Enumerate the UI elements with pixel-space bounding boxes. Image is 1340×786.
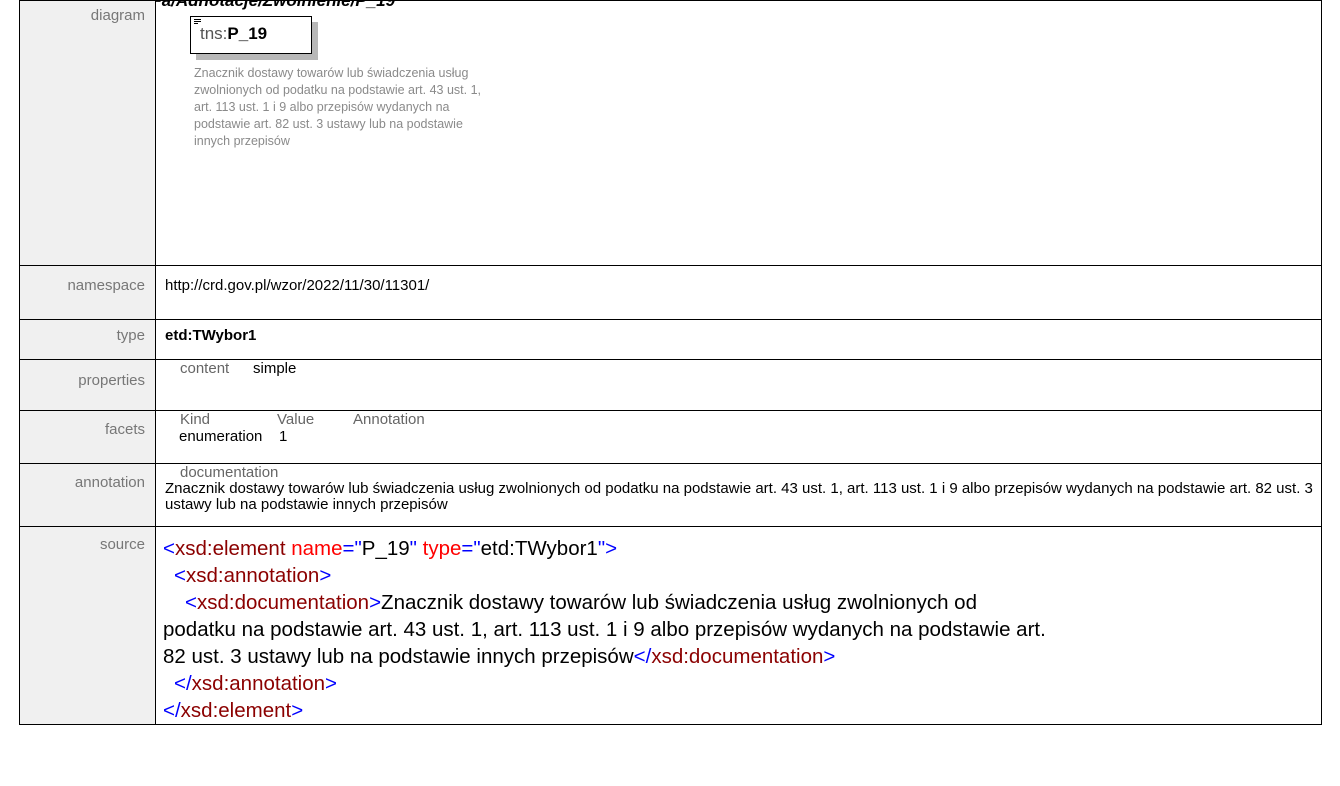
diagram-node-doc: Znacznik dostawy towarów lub świadczenia… (194, 66, 481, 148)
src-punct: < (174, 564, 186, 587)
label-diagram: diagram (19, 0, 156, 266)
properties-line: content simple (165, 360, 1321, 377)
facets-header-value: Value (277, 411, 315, 428)
src-attr: name (291, 537, 343, 560)
src-punct: > (325, 672, 338, 695)
type-value[interactable]: etd:TWybor1 (155, 319, 1322, 360)
diagram-node-name: P_19 (227, 24, 268, 43)
source-line-1: <xsd:element name="P_19" type="etd:TWybo… (163, 535, 1313, 562)
src-tag: xsd:element (180, 699, 292, 722)
row-properties: properties content simple (19, 359, 1322, 411)
src-attr: type (422, 537, 462, 560)
annotation-text: Znacznik dostawy towarów lub świadczenia… (165, 480, 1313, 513)
src-punct: > (369, 591, 382, 614)
source-line-7: </xsd:element> (163, 697, 1313, 724)
facets-header: Kind Value Annotation (165, 411, 1321, 428)
diagram-node-ns: tns: (200, 24, 228, 43)
annotation-cell: documentation Znacznik dostawy towarów l… (155, 463, 1322, 527)
src-attr-value: P_19 (361, 537, 410, 560)
element-doc-table: diagram tns:P_19 Znacznik dostawy towaró… (19, 0, 1322, 725)
src-punct: " (473, 537, 481, 560)
row-type: type etd:TWybor1 (19, 319, 1322, 360)
src-punct: < (163, 537, 175, 560)
source-line-3: <xsd:documentation>Znacznik dostawy towa… (163, 589, 1313, 616)
src-punct: </ (174, 672, 192, 695)
diagram-cell: tns:P_19 Znacznik dostawy towarów lub św… (155, 0, 1322, 266)
row-namespace: namespace http://crd.gov.pl/wzor/2022/11… (19, 265, 1322, 320)
facets-row: enumeration 1 (165, 428, 1321, 445)
src-text: 82 ust. 3 ustawy lub na podstawie innych… (163, 645, 634, 668)
src-punct: > (605, 537, 618, 560)
label-annotation: annotation (19, 463, 156, 527)
src-text: podatku na podstawie art. 43 ust. 1, art… (163, 618, 1046, 641)
label-source: source (19, 526, 156, 725)
namespace-value: http://crd.gov.pl/wzor/2022/11/30/11301/ (155, 265, 1322, 320)
facet-annotation (352, 428, 1321, 445)
diagram-node-box[interactable]: tns:P_19 (190, 16, 312, 54)
src-tag: xsd:documentation (196, 591, 370, 614)
src-punct: < (185, 591, 197, 614)
properties-value: simple (253, 360, 297, 377)
properties-cell: content simple (155, 359, 1322, 411)
annotation-heading: documentation (180, 464, 279, 481)
source-line-5: 82 ust. 3 ustawy lub na podstawie innych… (163, 643, 1313, 670)
src-attr-value: etd:TWybor1 (480, 537, 598, 560)
src-tag: xsd:element (174, 537, 286, 560)
facets-cell: Kind Value Annotation enumeration 1 (155, 410, 1322, 464)
src-tag: xsd:annotation (185, 564, 320, 587)
src-punct: </ (163, 699, 181, 722)
label-type: type (19, 319, 156, 360)
src-tag: xsd:documentation (651, 645, 824, 668)
label-namespace: namespace (19, 265, 156, 320)
row-source: source <xsd:element name="P_19" type="et… (19, 526, 1322, 725)
source-line-6: </xsd:annotation> (163, 670, 1313, 697)
facet-value: 1 (279, 428, 288, 445)
label-properties: properties (19, 359, 156, 411)
facet-kind: enumeration (179, 428, 263, 445)
src-punct: > (823, 645, 836, 668)
source-code: <xsd:element name="P_19" type="etd:TWybo… (156, 527, 1321, 724)
src-tag: xsd:annotation (191, 672, 326, 695)
facets-header-kind: Kind (180, 411, 211, 428)
src-text: Znacznik dostawy towarów lub świadczenia… (381, 591, 977, 614)
row-facets: facets Kind Value Annotation enumeration… (19, 410, 1322, 464)
label-facets: facets (19, 410, 156, 464)
src-punct: = (342, 537, 355, 560)
facets-header-annotation: Annotation (353, 411, 425, 428)
source-line-2: <xsd:annotation> (163, 562, 1313, 589)
source-line-4: podatku na podstawie art. 43 ust. 1, art… (163, 616, 1313, 643)
row-diagram: diagram tns:P_19 Znacznik dostawy towaró… (19, 0, 1322, 266)
diagram-node-label: tns:P_19 (200, 24, 267, 44)
src-punct: " (409, 537, 417, 560)
row-annotation: annotation documentation Znacznik dostaw… (19, 463, 1322, 527)
src-punct: > (319, 564, 332, 587)
src-punct: = (461, 537, 474, 560)
source-cell: <xsd:element name="P_19" type="etd:TWybo… (155, 526, 1322, 725)
src-punct: > (291, 699, 304, 722)
properties-key: content (180, 360, 230, 377)
src-punct: </ (633, 645, 652, 668)
src-punct: " (354, 537, 362, 560)
